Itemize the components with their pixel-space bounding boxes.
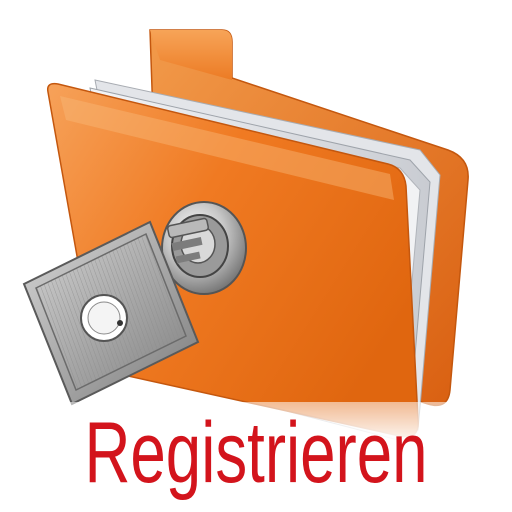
- register-label[interactable]: Registrieren: [67, 398, 446, 508]
